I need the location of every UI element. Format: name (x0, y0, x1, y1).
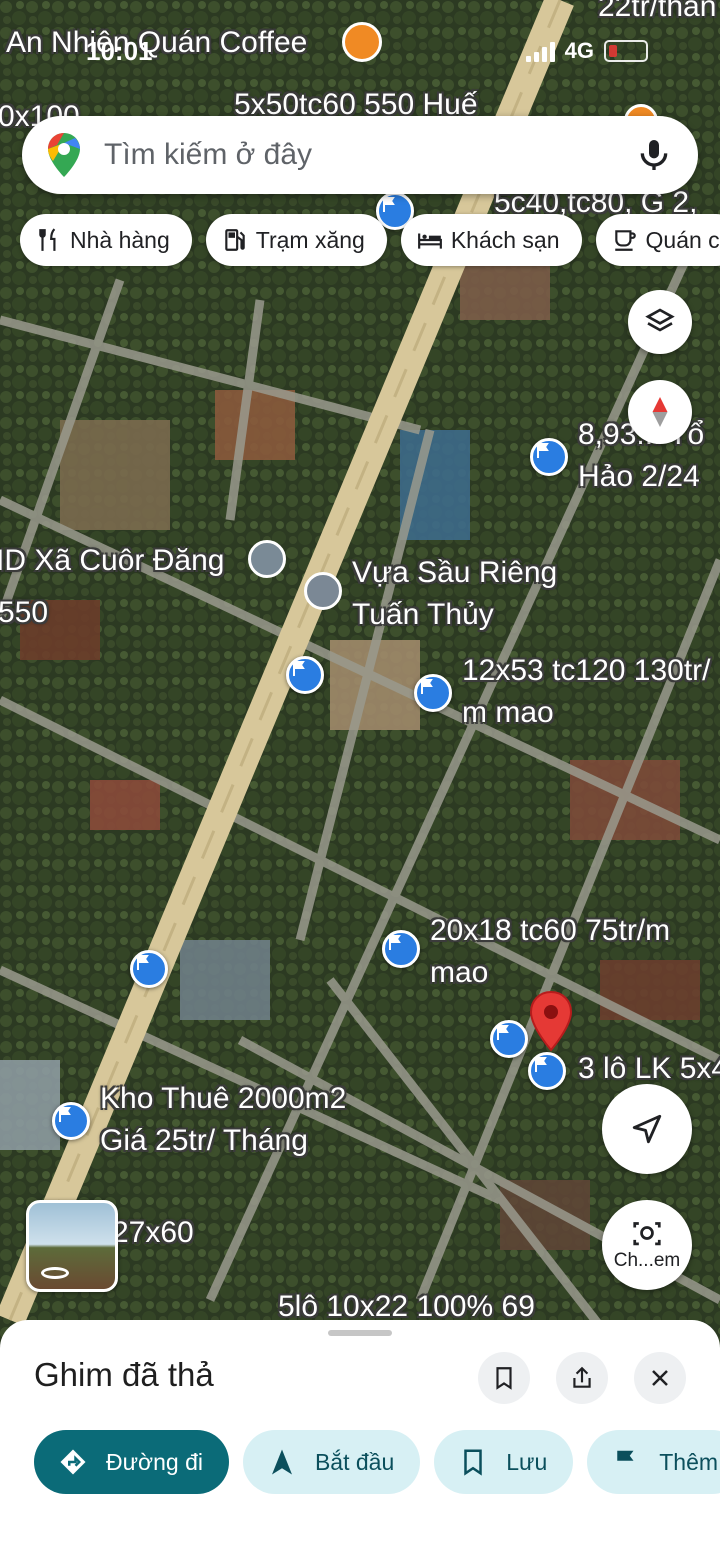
chip-label: Quán c (645, 226, 720, 253)
government-building-icon[interactable] (248, 540, 286, 578)
chip-gas-stations[interactable]: Trạm xăng (205, 214, 387, 266)
chip-label: Khách sạn (450, 226, 560, 253)
save-button[interactable]: Lưu (434, 1430, 574, 1494)
share-icon (573, 1366, 591, 1388)
close-icon (652, 1370, 668, 1386)
flag-icon (383, 197, 395, 212)
parking-pin[interactable] (130, 950, 168, 988)
camera-lens-icon (633, 1222, 661, 1246)
flag-icon (535, 1057, 547, 1072)
parking-pin[interactable] (52, 1102, 90, 1140)
status-time: 10:01 (86, 36, 153, 66)
map-label[interactable]: 20x18 tc60 75tr/m (430, 910, 670, 952)
more-label: Thêm (659, 1448, 719, 1475)
gas-station-icon (225, 229, 245, 251)
chip-hotels[interactable]: Khách sạn (400, 214, 582, 266)
map-label[interactable]: 12x53 tc120 130tr/ (462, 650, 711, 692)
network-type: 4G (564, 38, 594, 63)
flag-icon (421, 679, 433, 694)
map-label: 22tr/thán (598, 0, 717, 23)
coffee-icon (614, 230, 636, 251)
place-marker-icon[interactable] (304, 572, 342, 610)
directions-button[interactable]: Đường đi (34, 1430, 229, 1494)
save-bookmark-button[interactable] (478, 1352, 530, 1404)
directions-icon (60, 1449, 86, 1475)
sheet-title: Ghim đã thả (34, 1356, 214, 1393)
chip-coffee[interactable]: Quán c (595, 214, 720, 266)
bookmark-icon (496, 1367, 512, 1390)
flag-icon (137, 955, 149, 970)
search-bar[interactable]: Tìm kiếm ở đây (22, 116, 698, 194)
status-indicators: 4G (525, 38, 648, 64)
close-button[interactable] (634, 1352, 686, 1404)
street-view-thumbnail[interactable] (26, 1200, 118, 1292)
compass-icon (652, 397, 668, 427)
signal-icon (525, 40, 555, 62)
battery-icon (604, 40, 648, 62)
map-label[interactable]: ID Xã Cuôr Đăng (0, 540, 224, 582)
start-label: Bắt đầu (314, 1448, 395, 1475)
camera-search-button[interactable]: Ch...em (602, 1200, 692, 1290)
layers-button[interactable] (628, 290, 692, 354)
drag-handle[interactable] (328, 1330, 392, 1336)
start-button[interactable]: Bắt đầu (242, 1430, 421, 1494)
parking-pin[interactable] (382, 930, 420, 968)
parking-pin[interactable] (490, 1020, 528, 1058)
flag-icon (537, 443, 549, 458)
compass-button[interactable] (628, 380, 692, 444)
chip-restaurants[interactable]: Nhà hàng (20, 214, 192, 266)
share-button[interactable] (556, 1352, 608, 1404)
search-input[interactable]: Tìm kiếm ở đây (104, 138, 634, 172)
bookmark-icon (464, 1449, 483, 1476)
map-label[interactable]: Tuấn Thủy (352, 594, 494, 636)
more-button[interactable]: Thêm (587, 1430, 720, 1494)
map-label[interactable]: m mao (462, 692, 554, 734)
microphone-icon[interactable] (634, 135, 674, 175)
my-location-button[interactable] (602, 1084, 692, 1174)
layers-icon (645, 308, 675, 332)
map-label[interactable]: mao (430, 952, 488, 994)
coffee-pin-icon[interactable] (342, 22, 382, 62)
flag-icon (389, 935, 401, 950)
parking-pin[interactable] (414, 674, 452, 712)
camera-search-label: Ch...em (613, 1250, 681, 1271)
map-label[interactable]: Vựa Sầu Riêng (352, 552, 557, 594)
map-label: 550 (0, 596, 49, 629)
flag-icon (617, 1450, 634, 1474)
hotel-icon (417, 233, 442, 249)
map-label[interactable]: 27x60 (112, 1212, 194, 1254)
chip-label: Trạm xăng (255, 226, 365, 253)
parking-pin[interactable] (528, 1052, 566, 1090)
parking-pin[interactable] (530, 438, 568, 476)
restaurant-icon (39, 228, 56, 251)
map-label-cafe[interactable]: An Nhiên Quán Coffee (6, 22, 307, 64)
google-maps-logo-icon (48, 133, 80, 177)
map-label[interactable]: Giá 25tr/ Tháng (100, 1120, 308, 1162)
navigation-arrow-icon (632, 1114, 662, 1144)
map-label[interactable]: Hảo 2/24 (578, 456, 700, 498)
parking-pin[interactable] (286, 656, 324, 694)
save-label: Lưu (506, 1448, 548, 1475)
flag-icon (497, 1025, 509, 1040)
action-buttons: Đường đi Bắt đầu Lưu Thêm (34, 1430, 720, 1494)
bottom-sheet[interactable]: Ghim đã thả Đường đi Bắt đầu Lưu Thêm (0, 1320, 720, 1564)
map-label[interactable]: Kho Thuê 2000m2 (100, 1078, 346, 1120)
flag-icon (59, 1107, 71, 1122)
chip-label: Nhà hàng (70, 226, 170, 253)
directions-label: Đường đi (106, 1448, 203, 1475)
dropped-pin-icon[interactable] (528, 990, 574, 1052)
rotate-360-icon (41, 1267, 69, 1279)
flag-icon (293, 661, 305, 676)
navigation-arrow-icon (271, 1449, 292, 1475)
category-chips: Nhà hàng Trạm xăng Khách sạn Quán c (20, 214, 720, 266)
